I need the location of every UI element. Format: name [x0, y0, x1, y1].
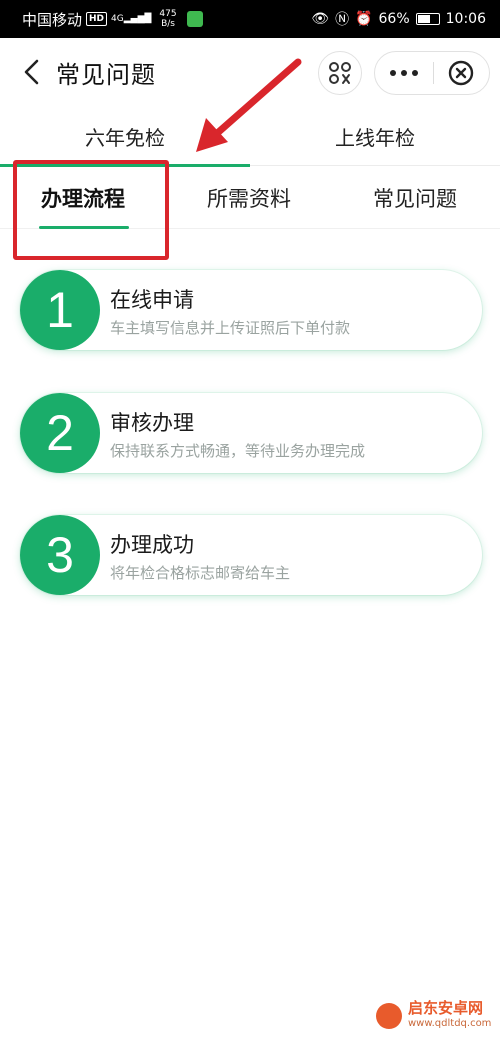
battery-percent: 66%	[378, 11, 410, 27]
subtab-process[interactable]: 办理流程	[0, 167, 166, 229]
eye-icon: 👁	[311, 11, 330, 27]
app-notification-icon	[186, 11, 203, 27]
battery-icon	[415, 13, 440, 25]
subtab-required-docs[interactable]: 所需资料	[166, 167, 332, 229]
step-number-badge: 1	[20, 270, 100, 350]
carrier-label: 中国移动	[22, 10, 83, 29]
net-speed: 475 B/s	[159, 9, 176, 29]
back-icon[interactable]	[12, 52, 52, 92]
sub-tabs: 办理流程 所需资料 常见问题	[0, 167, 500, 229]
close-button[interactable]	[433, 51, 489, 95]
close-icon	[449, 60, 474, 86]
status-left: 中国移动 HD 4G▂▄▆█ 475 B/s	[22, 9, 203, 30]
step-description: 将年检合格标志邮寄给车主	[110, 564, 291, 582]
subtab-label: 常见问题	[373, 187, 457, 211]
net-speed-unit: B/s	[161, 19, 175, 29]
nfc-icon: Ⓝ	[335, 12, 350, 28]
active-subtab-indicator	[39, 226, 129, 229]
subtab-label: 所需资料	[207, 187, 291, 211]
subtab-label: 办理流程	[41, 187, 125, 211]
menu-capsule	[374, 51, 490, 95]
watermark-url: www.qdltdq.com	[408, 1018, 492, 1029]
watermark-text: 启东安卓网 www.qdltdq.com	[408, 1000, 491, 1032]
battery-fill	[417, 15, 431, 23]
hd-icon: HD	[86, 12, 108, 26]
step-title: 办理成功	[110, 533, 194, 557]
clock: 10:06	[445, 11, 486, 27]
step-number-badge: 2	[20, 393, 100, 473]
scan-icon	[329, 62, 351, 84]
step-description: 车主填写信息并上传证照后下单付款	[110, 319, 351, 337]
step-card: 3 办理成功 将年检合格标志邮寄给车主	[20, 515, 482, 595]
tab-online-inspection[interactable]: 上线年检	[250, 106, 500, 166]
nav-bar: 常见问题	[0, 38, 500, 106]
tab-six-year-exempt[interactable]: 六年免检	[0, 106, 250, 167]
tab-label: 六年免检	[85, 125, 165, 150]
status-bar: 中国移动 HD 4G▂▄▆█ 475 B/s 👁 Ⓝ ⏰ 66% 10:06	[0, 0, 500, 38]
subtab-faq[interactable]: 常见问题	[332, 167, 498, 229]
watermark-logo-icon	[376, 1003, 402, 1029]
network-type: 4G	[111, 14, 124, 24]
net-speed-value: 475	[159, 9, 177, 19]
more-icon	[389, 70, 418, 76]
scan-button[interactable]	[318, 51, 362, 95]
top-tabs: 六年免检 上线年检	[0, 106, 500, 167]
page-title: 常见问题	[56, 60, 156, 89]
step-card: 1 在线申请 车主填写信息并上传证照后下单付款	[20, 270, 482, 350]
step-title: 在线申请	[110, 288, 194, 312]
watermark-name: 启东安卓网	[408, 999, 484, 1017]
step-number-badge: 3	[20, 515, 100, 595]
status-right: 👁 Ⓝ ⏰ 66% 10:06	[311, 9, 486, 29]
more-button[interactable]	[375, 51, 433, 95]
watermark: 启东安卓网 www.qdltdq.com	[376, 1000, 491, 1032]
tab-label: 上线年检	[335, 125, 415, 150]
page: 中国移动 HD 4G▂▄▆█ 475 B/s 👁 Ⓝ ⏰ 66% 10:06 常…	[0, 0, 500, 1038]
step-title: 审核办理	[110, 411, 194, 435]
alarm-icon: ⏰	[355, 11, 373, 27]
signal-icon: 4G▂▄▆█	[111, 14, 152, 24]
step-description: 保持联系方式畅通，等待业务办理完成	[110, 442, 366, 460]
step-card: 2 审核办理 保持联系方式畅通，等待业务办理完成	[20, 393, 482, 473]
